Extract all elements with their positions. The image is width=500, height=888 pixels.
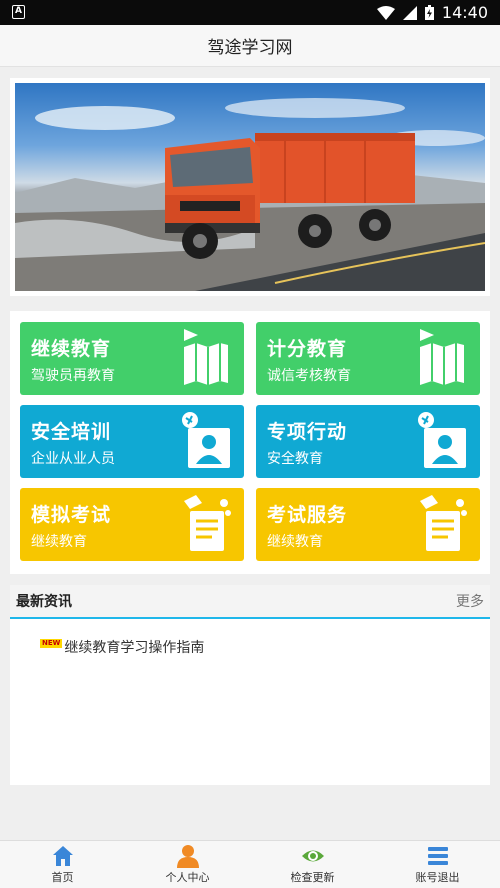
tile-title: 专项行动 xyxy=(267,421,348,443)
nav-label: 账号退出 xyxy=(415,871,460,884)
tile-subtitle: 继续教育 xyxy=(31,534,87,550)
tile-title: 安全培训 xyxy=(31,421,112,443)
news-item[interactable]: NEW 继续教育学习操作指南 xyxy=(40,637,204,657)
tile-subtitle: 驾驶员再教育 xyxy=(31,368,115,384)
user-card-icon xyxy=(182,412,230,468)
map-icon xyxy=(184,329,228,385)
tile-subtitle: 继续教育 xyxy=(267,534,323,550)
app-notification-icon: A xyxy=(12,5,25,19)
banner-card xyxy=(10,78,490,296)
news-header: 最新资讯 更多 xyxy=(10,585,490,619)
status-bar: A 14:40 xyxy=(0,0,500,25)
nav-label: 首页 xyxy=(51,871,74,884)
nav-label: 个人中心 xyxy=(165,871,210,884)
tile-safety-training[interactable]: 安全培训 企业从业人员 xyxy=(20,405,244,478)
status-time: 14:40 xyxy=(441,3,488,22)
user-card-icon xyxy=(418,412,466,468)
menu-icon xyxy=(427,847,448,865)
news-section: 最新资讯 更多 NEW 继续教育学习操作指南 xyxy=(10,585,490,785)
page-title: 驾途学习网 xyxy=(207,38,293,58)
feature-grid: 继续教育 驾驶员再教育 计分教育 诚信考核教育 安全培训 企业从业人员 专项行动… xyxy=(10,311,490,574)
wifi-icon xyxy=(376,5,395,20)
bottom-nav: 首页 个人中心 检查更新 账号退出 xyxy=(0,840,500,888)
tile-title: 计分教育 xyxy=(267,338,348,360)
home-icon xyxy=(52,846,73,866)
tile-subtitle: 安全教育 xyxy=(267,451,323,467)
tile-title: 继续教育 xyxy=(31,338,112,360)
person-icon xyxy=(176,845,199,868)
tile-exam-service[interactable]: 考试服务 继续教育 xyxy=(256,488,480,561)
new-badge: NEW xyxy=(40,638,63,648)
nav-profile[interactable]: 个人中心 xyxy=(125,841,250,888)
tile-subtitle: 诚信考核教育 xyxy=(267,368,351,384)
map-icon xyxy=(420,329,464,385)
document-icon xyxy=(420,495,467,551)
truck-illustration xyxy=(15,98,485,291)
signal-icon xyxy=(402,5,417,20)
tile-title: 模拟考试 xyxy=(31,504,112,526)
nav-label: 检查更新 xyxy=(290,871,335,884)
eye-icon xyxy=(301,850,324,862)
news-item-text: 继续教育学习操作指南 xyxy=(64,640,205,656)
tile-special-action[interactable]: 专项行动 安全教育 xyxy=(256,405,480,478)
nav-logout[interactable]: 账号退出 xyxy=(375,841,500,888)
battery-icon xyxy=(424,5,434,20)
banner-image[interactable] xyxy=(15,83,485,291)
tile-title: 考试服务 xyxy=(267,504,348,526)
tile-points-education[interactable]: 计分教育 诚信考核教育 xyxy=(256,322,480,395)
news-more-link[interactable]: 更多 xyxy=(456,591,484,611)
document-icon xyxy=(184,495,231,551)
tile-subtitle: 企业从业人员 xyxy=(31,451,115,467)
tile-continuing-education[interactable]: 继续教育 驾驶员再教育 xyxy=(20,322,244,395)
app-header: 驾途学习网 xyxy=(0,25,500,67)
nav-home[interactable]: 首页 xyxy=(0,841,125,888)
tile-mock-exam[interactable]: 模拟考试 继续教育 xyxy=(20,488,244,561)
status-icons: 14:40 xyxy=(376,0,488,25)
nav-check-update[interactable]: 检查更新 xyxy=(250,841,375,888)
news-title: 最新资讯 xyxy=(16,594,72,610)
